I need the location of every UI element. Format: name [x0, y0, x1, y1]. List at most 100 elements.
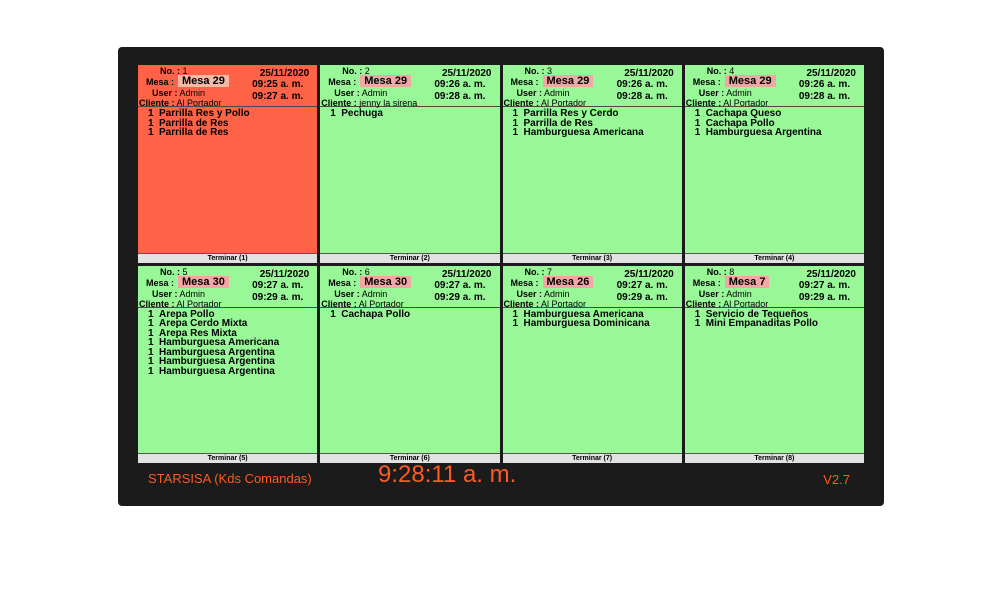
client-value: Al Portador — [176, 98, 222, 108]
order-ticket-7: No. : 7 Mesa : Mesa 26 User : Admin Clie… — [502, 265, 682, 463]
order-ticket-6: No. : 6 Mesa : Mesa 30 User : Admin Clie… — [320, 265, 500, 463]
order-date: 25/11/2020 — [806, 68, 857, 79]
user: User : Admin — [517, 88, 570, 98]
user-label: User : — [152, 288, 178, 299]
order-time: 09:26 a. m. — [798, 79, 850, 90]
user-label: User : — [516, 88, 543, 98]
ticket-grid: No. : 1 Mesa : Mesa 29 User : Admin Clie… — [138, 65, 864, 463]
item-name: Hamburguesa Argentina — [705, 127, 822, 139]
order-time: 09:25 a. m. — [252, 79, 304, 90]
order-date: 25/11/2020 — [442, 268, 492, 280]
client-label: Cliente : — [139, 298, 175, 309]
order-ticket-8: No. : 8 Mesa : Mesa 7 User : Admin Clien… — [684, 265, 864, 463]
finish-button[interactable]: Terminar (2) — [320, 252, 500, 263]
order-item: 1 Hamburguesa Americana — [513, 128, 682, 138]
table-label: Mesa : — [510, 77, 539, 87]
client: Cliente : Al Portador — [139, 98, 222, 108]
user-value: Admin — [361, 288, 388, 299]
order-number-label: No. : — [706, 66, 727, 76]
ticket-header: No. : 1 Mesa : Mesa 29 User : Admin Clie… — [138, 65, 318, 108]
table-label: Mesa : — [692, 277, 721, 288]
status-footer: STARSISA (Kds Comandas) 9:28:11 a. m. V2… — [118, 461, 884, 506]
order-time: 09:27 a. m. — [798, 279, 850, 291]
user: User : Admin — [152, 88, 205, 98]
user-label: User : — [152, 88, 178, 98]
ticket-header: No. : 4 Mesa : Mesa 29 User : Admin Clie… — [684, 65, 864, 108]
item-list: 1 Parrilla Res y Pollo 1 Parrilla de Res 1 Pa… — [138, 107, 317, 138]
table-badge: Mesa 26 — [542, 275, 594, 288]
client-label: Cliente : — [503, 298, 540, 309]
version-label: V2.7 — [823, 472, 850, 487]
item-name: Parrilla de Res — [159, 127, 229, 139]
item-qty: 1 — [330, 108, 336, 119]
item-list: 1 Servicio de Tequeños 1 Mini Empanaditas P… — [685, 308, 864, 329]
client-label: Cliente : — [139, 98, 175, 108]
due-time: 09:28 a. m. — [798, 91, 850, 102]
table-label: Mesa : — [510, 277, 539, 288]
item-list: 1 Pechuga — [320, 107, 499, 119]
client: Cliente : Al Portador — [139, 299, 222, 309]
table-label: Mesa : — [146, 277, 175, 288]
order-date: 25/11/2020 — [442, 68, 492, 79]
table-badge: Mesa 29 — [178, 75, 229, 87]
order-number-label: No. : — [524, 66, 545, 76]
order-item: 1 Mini Empanaditas Pollo — [695, 319, 864, 329]
item-qty: 1 — [148, 366, 154, 378]
item-list: 1 Cachapa Queso 1 Cachapa Pollo 1 Hamburguesa… — [685, 107, 864, 138]
order-time: 09:27 a. m. — [252, 279, 304, 291]
client-value: Al Portador — [176, 298, 222, 309]
due-time: 09:29 a. m. — [616, 291, 668, 303]
order-ticket-3: No. : 3 Mesa : Mesa 29 User : Admin Clie… — [502, 65, 682, 263]
client: Cliente : Al Portador — [686, 98, 769, 108]
user-label: User : — [698, 88, 725, 98]
user-value: Admin — [179, 88, 206, 98]
ticket-header: No. : 6 Mesa : Mesa 30 User : Admin Clie… — [320, 266, 500, 309]
order-item: 1 Parrilla de Res — [148, 128, 317, 138]
order-item: 1 Cachapa Pollo — [330, 308, 499, 320]
item-name: Mini Empanaditas Pollo — [705, 318, 818, 330]
table-label: Mesa : — [328, 277, 357, 288]
user: User : Admin — [334, 289, 387, 299]
client: Cliente : Al Portador — [321, 299, 404, 309]
client: Cliente : jenny la sirena — [321, 98, 417, 108]
ticket-header: No. : 7 Mesa : Mesa 26 User : Admin Clie… — [502, 266, 682, 309]
finish-button[interactable]: Terminar (1) — [138, 252, 318, 263]
order-date: 25/11/2020 — [259, 268, 310, 280]
order-number-label: No. : — [524, 266, 545, 277]
user: User : Admin — [334, 88, 387, 98]
table-badge: Mesa 30 — [360, 275, 412, 288]
user: User : Admin — [699, 88, 752, 98]
item-qty: 1 — [694, 318, 701, 330]
table-badge: Mesa 30 — [178, 275, 229, 288]
finish-button[interactable]: Terminar (4) — [684, 252, 864, 263]
user-value: Admin — [361, 88, 388, 98]
user-value: Admin — [726, 288, 752, 299]
due-time: 09:28 a. m. — [434, 91, 486, 102]
order-date: 25/11/2020 — [806, 268, 857, 280]
client-value: Al Portador — [723, 298, 769, 309]
table-badge: Mesa 29 — [542, 75, 594, 87]
client-value: Al Portador — [541, 298, 587, 309]
item-name: Cachapa Pollo — [341, 308, 411, 320]
finish-button[interactable]: Terminar (8) — [684, 453, 864, 463]
order-number-label: No. : — [160, 266, 180, 277]
client-label: Cliente : — [321, 298, 357, 309]
user-label: User : — [334, 88, 360, 98]
item-qty: 1 — [694, 127, 701, 139]
kds-screen: No. : 1 Mesa : Mesa 29 User : Admin Clie… — [118, 47, 884, 506]
table-badge: Mesa 29 — [360, 75, 412, 87]
finish-button[interactable]: Terminar (5) — [138, 453, 318, 463]
item-list: 1 Parrilla Res y Cerdo 1 Parrilla de Res 1 Ha… — [503, 107, 682, 138]
finish-button[interactable]: Terminar (7) — [502, 453, 682, 463]
order-time: 09:26 a. m. — [616, 79, 668, 90]
item-name: Pechuga — [341, 108, 383, 119]
order-number-label: No. : — [160, 66, 180, 76]
order-item: 1 Hamburguesa Dominicana — [513, 319, 682, 329]
item-qty: 1 — [330, 308, 336, 320]
order-time: 09:26 a. m. — [434, 79, 486, 90]
order-date: 25/11/2020 — [259, 68, 310, 79]
order-time: 09:27 a. m. — [434, 279, 486, 291]
due-time: 09:29 a. m. — [798, 291, 850, 303]
table-badge: Mesa 7 — [724, 275, 770, 288]
finish-button[interactable]: Terminar (3) — [502, 252, 682, 263]
